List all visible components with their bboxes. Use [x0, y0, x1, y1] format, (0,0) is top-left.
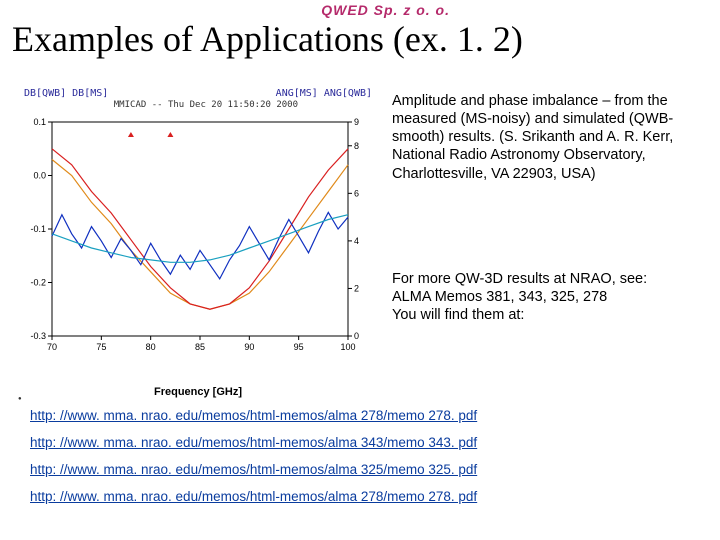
- svg-text:90: 90: [244, 342, 254, 352]
- chart-xlabel: Frequency [GHz]: [18, 386, 378, 398]
- description-1: Amplitude and phase imbalance – from the…: [392, 92, 702, 183]
- svg-text:2: 2: [354, 283, 359, 293]
- svg-text:95: 95: [294, 342, 304, 352]
- svg-text:8: 8: [354, 141, 359, 151]
- svg-text:6: 6: [354, 188, 359, 198]
- svg-text:0.0: 0.0: [33, 171, 46, 181]
- chart-header-right: ANG[MS] ANG[QWB]: [276, 88, 372, 99]
- memo-link[interactable]: http: //www. mma. nrao. edu/memos/html-m…: [30, 462, 700, 477]
- svg-text:100: 100: [340, 342, 355, 352]
- bullet-icon: ●: [18, 396, 22, 402]
- chart-figure: DB[QWB] DB[MS] ANG[MS] ANG[QWB] MMICAD -…: [18, 88, 378, 398]
- memo-link[interactable]: http: //www. mma. nrao. edu/memos/html-m…: [30, 489, 700, 504]
- page-title: Examples of Applications (ex. 1. 2): [12, 18, 708, 60]
- svg-text:-0.2: -0.2: [30, 278, 46, 288]
- link-list: http: //www. mma. nrao. edu/memos/html-m…: [30, 408, 700, 516]
- brand-logo: QWED Sp. z o. o.: [321, 2, 450, 18]
- description-2: For more QW-3D results at NRAO, see: ALM…: [392, 270, 702, 324]
- chart-header-date: MMICAD -- Thu Dec 20 11:50:20 2000: [114, 100, 298, 110]
- svg-text:-0.1: -0.1: [30, 224, 46, 234]
- svg-text:80: 80: [146, 342, 156, 352]
- svg-text:9: 9: [354, 117, 359, 127]
- memo-link[interactable]: http: //www. mma. nrao. edu/memos/html-m…: [30, 408, 700, 423]
- svg-text:-0.3: -0.3: [30, 331, 46, 341]
- svg-text:4: 4: [354, 236, 359, 246]
- svg-text:75: 75: [96, 342, 106, 352]
- memo-link[interactable]: http: //www. mma. nrao. edu/memos/html-m…: [30, 435, 700, 450]
- chart-svg: 70 75 80 85 90 95 100 -0.3 -0.2 -0.1 0.0 0.1 0 2 4 6 8 9: [18, 114, 378, 364]
- chart-header-left: DB[QWB] DB[MS]: [24, 88, 108, 99]
- svg-text:85: 85: [195, 342, 205, 352]
- svg-text:70: 70: [47, 342, 57, 352]
- svg-text:0: 0: [354, 331, 359, 341]
- svg-text:0.1: 0.1: [33, 117, 46, 127]
